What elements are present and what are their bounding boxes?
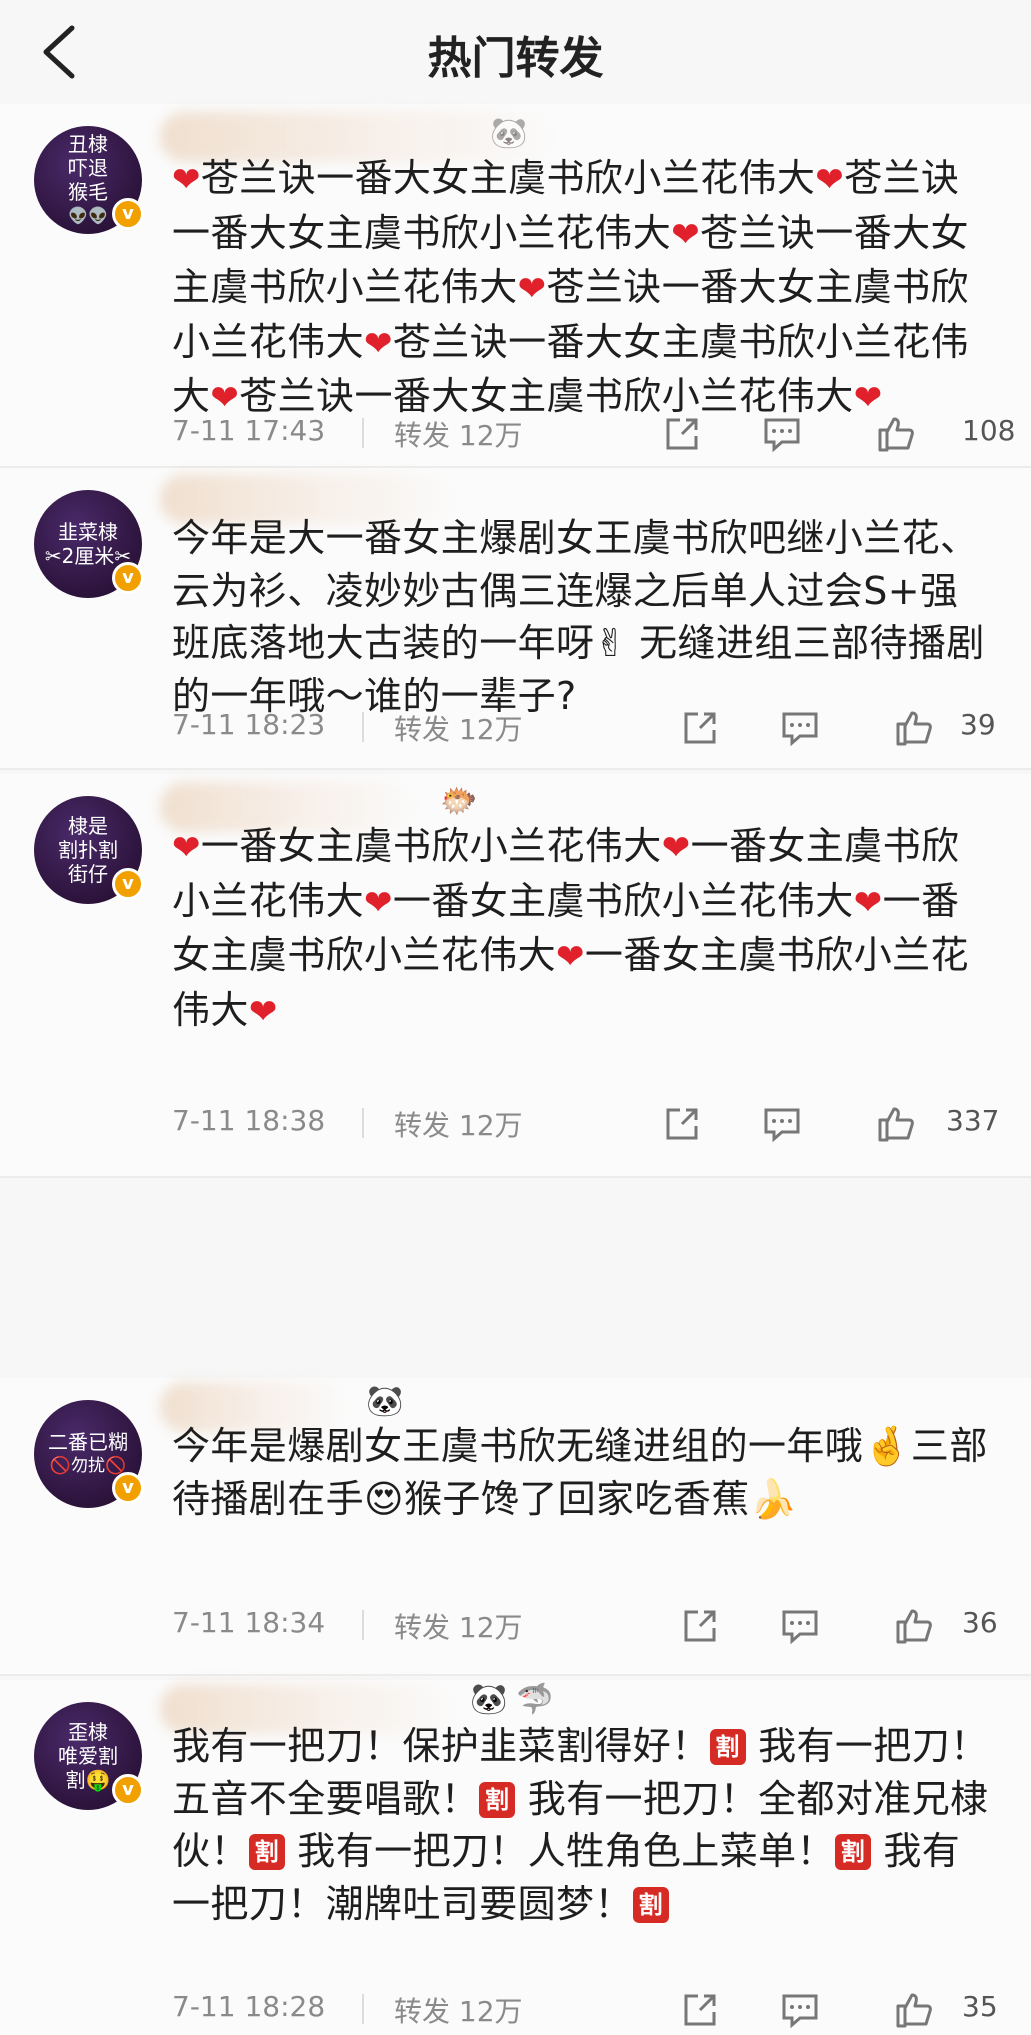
divider [0,768,1031,770]
heart-emoji: ❤ [853,378,883,418]
post-meta: 7-11 18:34 转发 12万 36 [172,1606,1002,1646]
verified-badge-icon: v [112,1472,144,1504]
like-count: 337 [946,1104,1000,1137]
post-time: 7-11 18:28 [172,1990,326,2023]
forward-count: 转发 12万 [394,1611,523,1644]
comment-icon[interactable] [780,1990,820,2030]
share-icon[interactable] [680,1990,720,2030]
post-time: 7-11 18:34 [172,1606,326,1639]
cut-badge: 割 [479,1781,516,1818]
divider [0,1674,1031,1676]
post-text: ❤一番女主虞书欣小兰花伟大❤一番女主虞书欣小兰花伟大❤一番女主虞书欣小兰花伟大❤… [172,824,969,1032]
verified-badge-icon: v [112,868,144,900]
avatar[interactable]: 丑棣 吓退 猴毛 👽👽 v [34,126,144,234]
like-icon[interactable] [876,1104,916,1144]
like-count: 39 [960,708,996,741]
heart-emoji: ❤ [517,269,547,309]
comment-icon[interactable] [762,1104,802,1144]
heart-emoji: ❤ [671,214,701,255]
post-text: 我有一把刀！保护韭菜割得好！割 我有一把刀！五音不全要唱歌！割 我有一把刀！全都… [172,1724,989,1926]
top-bar: 热门转发 [0,0,1031,104]
heart-emoji: ❤ [853,882,883,923]
post-time: 7-11 18:23 [172,708,326,741]
cut-badge: 割 [632,1886,669,1923]
heart-emoji: ❤ [815,160,845,200]
avatar[interactable]: 二番已糊 🚫勿扰🚫 v [34,1400,144,1508]
avatar[interactable]: 歪棣 唯爱割 割🤑 v [34,1702,144,1810]
comment-icon[interactable] [780,708,820,748]
post-time: 7-11 17:43 [172,414,326,447]
like-icon[interactable] [894,1606,934,1646]
avatar[interactable]: 棣是 割扑割 街仔 v [34,796,144,904]
cut-badge: 割 [834,1834,871,1870]
heart-emoji: ❤ [556,937,585,977]
shark-icon: 🦈 [516,1682,554,1717]
comment-icon[interactable] [762,414,802,454]
post-time: 7-11 18:38 [172,1104,326,1137]
panda-icon: 🐼 [470,1682,508,1717]
panda-icon: 🐼 [490,116,528,151]
share-icon[interactable] [662,1104,702,1144]
verified-badge-icon: v [112,198,144,230]
like-count: 35 [962,1990,998,2023]
divider [0,1176,1031,1178]
cut-badge: 割 [709,1729,746,1765]
heart-emoji: ❤ [248,991,278,1032]
heart-emoji: ❤ [364,323,393,364]
post-item[interactable]: 丑棣 吓退 猴毛 👽👽 v 🐼 ❤苍兰诀一番大女主虞书欣小兰花伟大❤苍兰诀一番大… [0,104,1031,468]
post-text: 今年是大一番女主爆剧女王虞书欣吧继小兰花、云为衫、凌妙妙古偶三连爆之后单人过会S… [172,516,985,718]
panda-icon: 🐼 [366,1384,404,1419]
pufferfish-icon: 🐡 [440,784,478,819]
share-icon[interactable] [680,1606,720,1646]
post-meta: 7-11 17:43 转发 12万 108 [172,414,1015,454]
heart-emoji: ❤ [210,378,240,418]
forward-count: 转发 12万 [394,1995,523,2028]
post-meta: 7-11 18:38 转发 12万 337 [172,1104,1002,1144]
comment-icon[interactable] [780,1606,820,1646]
avatar[interactable]: 韭菜棣 ✂2厘米✂ v [34,490,144,598]
post-item[interactable]: 二番已糊 🚫勿扰🚫 v 🐼 今年是爆剧女王虞书欣无缝进组的一年哦🤞三部待播剧在手… [0,1378,1031,1676]
like-count: 108 [962,414,1016,447]
verified-badge-icon: v [112,1774,144,1806]
post-text: ❤苍兰诀一番大女主虞书欣小兰花伟大❤苍兰诀一番大女主虞书欣小兰花伟大❤苍兰诀一番… [172,156,969,418]
page-title: 热门转发 [427,33,604,84]
share-icon[interactable] [680,708,720,748]
heart-emoji: ❤ [364,882,393,923]
verified-badge-icon: v [112,562,144,594]
share-icon[interactable] [662,414,702,454]
heart-emoji: ❤ [661,828,691,868]
like-icon[interactable] [894,1990,934,2030]
forward-count: 转发 12万 [394,419,523,452]
like-icon[interactable] [894,708,934,748]
forward-count: 转发 12万 [394,713,523,746]
post-item[interactable]: 棣是 割扑割 街仔 v 🐡 ❤一番女主虞书欣小兰花伟大❤一番女主虞书欣小兰花伟大… [0,774,1031,1178]
cut-badge: 割 [248,1834,285,1870]
forward-count: 转发 12万 [394,1109,523,1142]
heart-emoji: ❤ [172,160,201,200]
post-meta: 7-11 18:28 转发 12万 35 [172,1990,1002,2030]
post-item[interactable]: 歪棣 唯爱割 割🤑 v 🐼 🦈 我有一把刀！保护韭菜割得好！割 我有一把刀！五音… [0,1680,1031,2035]
heart-emoji: ❤ [172,828,201,868]
like-count: 36 [962,1606,998,1639]
like-icon[interactable] [876,414,916,454]
post-item[interactable]: 韭菜棣 ✂2厘米✂ v 今年是大一番女主爆剧女王虞书欣吧继小兰花、云为衫、凌妙妙… [0,468,1031,770]
post-text: 今年是爆剧女王虞书欣无缝进组的一年哦🤞三部待播剧在手😍猴子馋了回家吃香蕉🍌 [172,1424,988,1521]
post-meta: 7-11 18:23 转发 12万 39 [172,708,1002,748]
